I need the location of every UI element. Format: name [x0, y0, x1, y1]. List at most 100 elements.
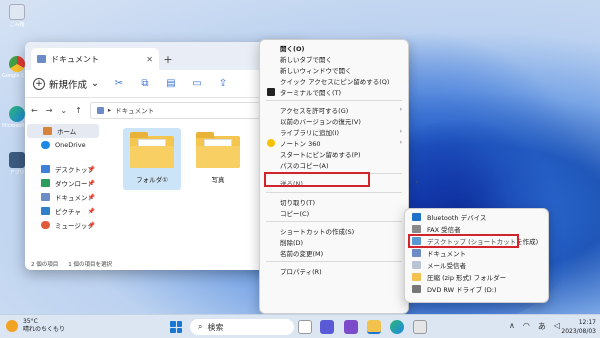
nav-item-downloads[interactable]: ダウンロード 📌	[25, 176, 101, 190]
menu-item-properties[interactable]: プロパティ(R)	[260, 265, 408, 276]
breadcrumb: ドキュメント	[115, 107, 155, 115]
pin-icon: 📌	[87, 193, 95, 201]
nav-item-onedrive[interactable]: OneDrive	[25, 138, 101, 152]
menu-item-open-new-window[interactable]: 新しいウィンドウで開く	[260, 64, 408, 75]
chat-icon[interactable]	[344, 320, 358, 334]
desktop-icon-recycle-bin[interactable]: ごみ箱	[2, 4, 32, 28]
edge-icon	[9, 106, 25, 122]
fax-icon	[412, 225, 421, 233]
edge-icon[interactable]	[390, 320, 404, 334]
folder-item-photos[interactable]: 写真	[189, 128, 247, 190]
nav-item-pictures[interactable]: ピクチャ 📌	[25, 204, 101, 218]
chevron-right-icon: ›	[399, 128, 402, 135]
send-to-dvd[interactable]: DVD RW ドライブ (D:)	[405, 283, 548, 295]
taskbar-search[interactable]: ⌕ 検索	[190, 319, 294, 335]
menu-item-pin-quick-access[interactable]: クイック アクセスにピン留めする(Q)	[260, 75, 408, 86]
folder-icon	[196, 132, 240, 168]
menu-item-restore-versions[interactable]: 以前のバージョンの復元(V)	[260, 115, 408, 126]
close-tab-icon[interactable]: ✕	[146, 55, 153, 64]
home-icon	[43, 127, 52, 135]
chevron-right-icon: ›	[415, 179, 418, 186]
folder-item-folder1[interactable]: フォルダ①	[123, 128, 181, 190]
menu-item-pin-start[interactable]: スタートにピン留めする(P)	[260, 148, 408, 159]
menu-item-delete[interactable]: 削除(D)	[260, 236, 408, 247]
documents-icon	[41, 193, 50, 201]
send-to-bluetooth[interactable]: Bluetooth デバイス	[405, 211, 548, 223]
menu-item-grant-access[interactable]: アクセスを許可する(G) ›	[260, 104, 408, 115]
sun-icon	[6, 320, 18, 332]
copy-icon[interactable]: ⧉	[139, 78, 151, 90]
speaker-icon[interactable]: ◁	[554, 321, 560, 332]
start-button[interactable]	[170, 321, 182, 333]
desktop-icon	[41, 165, 50, 173]
menu-item-open[interactable]: 開く(O)	[260, 42, 408, 53]
rename-icon[interactable]: ▭	[191, 78, 203, 90]
menu-item-open-terminal[interactable]: ターミナルで開く(T)	[260, 86, 408, 97]
new-tab-button[interactable]: +	[159, 48, 177, 70]
send-to-mail[interactable]: メール受信者	[405, 259, 548, 271]
menu-divider	[266, 192, 402, 193]
back-icon[interactable]: ←	[31, 106, 38, 115]
documents-icon	[412, 249, 421, 257]
weather-widget[interactable]: 35°C 晴れのちくもり	[6, 318, 65, 334]
cut-icon[interactable]: ✂	[113, 78, 125, 90]
system-tray: ∧ ◠ あ ◁	[509, 321, 560, 332]
pin-icon: 📌	[87, 179, 95, 187]
nav-item-home[interactable]: ホーム	[27, 124, 99, 138]
clock[interactable]: 12:17 2023/08/03	[561, 318, 596, 336]
app-icon	[9, 152, 25, 168]
tab-documents[interactable]: ドキュメント ✕	[31, 48, 159, 70]
pin-icon: 📌	[87, 221, 95, 229]
paste-icon[interactable]: ▤	[165, 78, 177, 90]
chevron-down-icon[interactable]: ⌄	[60, 106, 67, 115]
menu-item-copy-path[interactable]: パスのコピー(A)	[260, 159, 408, 170]
taskbar: 35°C 晴れのちくもり ⌕ 検索 ∧ ◠ あ ◁ 12:17 2023/08/…	[0, 314, 600, 338]
search-icon: ⌕	[198, 322, 203, 331]
folder-icon	[96, 106, 104, 114]
zip-folder-icon	[412, 273, 421, 281]
store-icon[interactable]	[413, 320, 427, 334]
plus-icon: +	[33, 77, 45, 90]
menu-item-add-library[interactable]: ライブラリに追加(I) ›	[260, 126, 408, 137]
pictures-icon	[41, 207, 50, 215]
menu-divider	[266, 261, 402, 262]
send-to-zip[interactable]: 圧縮 (zip 形式) フォルダー	[405, 271, 548, 283]
task-view-icon[interactable]	[298, 320, 312, 334]
new-button[interactable]: + 新規作成 ⌄	[33, 77, 99, 91]
terminal-icon	[267, 88, 275, 96]
wifi-icon[interactable]: ◠	[523, 321, 530, 332]
mail-icon	[412, 261, 421, 269]
menu-item-norton[interactable]: ノートン 360 ›	[260, 137, 408, 148]
teams-icon[interactable]	[320, 320, 334, 334]
menu-item-cut[interactable]: 切り取り(T)	[260, 196, 408, 207]
documents-icon	[37, 55, 46, 63]
recycle-bin-icon	[9, 4, 25, 20]
menu-item-copy[interactable]: コピー(C)	[260, 207, 408, 218]
chevron-right-icon: ›	[399, 106, 402, 113]
context-menu: 開く(O) 新しいタブで開く 新しいウィンドウで開く クイック アクセスにピン留…	[259, 39, 418, 314]
nav-item-music[interactable]: ミュージック 📌	[25, 218, 101, 232]
menu-divider	[266, 221, 402, 222]
norton-icon	[267, 139, 275, 147]
chevron-right-icon: ›	[399, 139, 402, 146]
pin-icon: 📌	[87, 207, 95, 215]
forward-icon[interactable]: →	[46, 106, 53, 115]
chevron-down-icon: ⌄	[91, 78, 99, 89]
nav-item-desktop[interactable]: デスクトップ 📌	[25, 162, 101, 176]
pin-icon: 📌	[87, 165, 95, 173]
send-to-documents[interactable]: ドキュメント	[405, 247, 548, 259]
file-explorer-icon[interactable]	[367, 320, 381, 334]
highlight-send-to	[264, 172, 370, 187]
share-icon[interactable]: ⇪	[217, 78, 229, 90]
dvd-drive-icon	[412, 285, 421, 293]
chevron-up-icon[interactable]: ∧	[509, 321, 515, 332]
folder-icon	[130, 132, 174, 168]
music-icon	[41, 221, 50, 229]
nav-item-documents[interactable]: ドキュメント 📌	[25, 190, 101, 204]
menu-item-open-new-tab[interactable]: 新しいタブで開く	[260, 53, 408, 64]
menu-item-create-shortcut[interactable]: ショートカットの作成(S)	[260, 225, 408, 236]
menu-item-rename[interactable]: 名前の変更(M)	[260, 247, 408, 258]
onedrive-icon	[41, 141, 50, 149]
input-method-indicator[interactable]: あ	[538, 321, 546, 332]
up-icon[interactable]: ↑	[75, 106, 82, 115]
